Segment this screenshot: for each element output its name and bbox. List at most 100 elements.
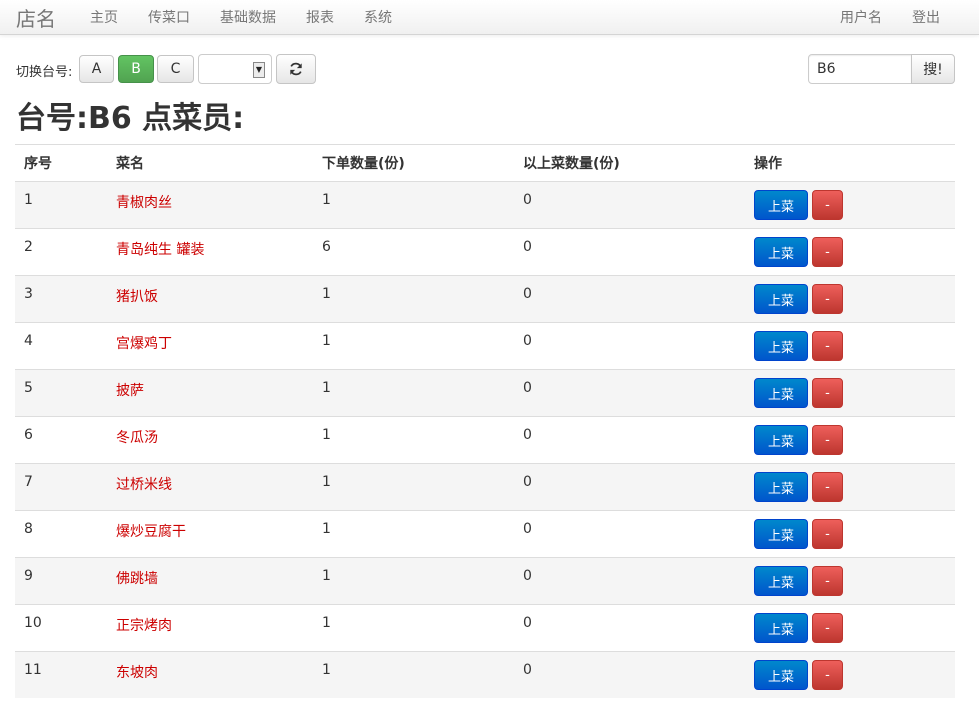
row-actions: 上菜 - (745, 322, 955, 370)
remove-button[interactable]: - (812, 613, 843, 643)
table-row: 1 青椒肉丝 1 0 上菜 - (15, 181, 955, 229)
refresh-button[interactable] (276, 54, 316, 84)
search-button[interactable]: 搜! (911, 54, 955, 84)
nav-item-home[interactable]: 主页 (90, 7, 118, 27)
row-actions-group: 上菜 - (754, 566, 955, 604)
ordered-quantity: 1 (313, 181, 514, 229)
table-a-button[interactable]: A (79, 55, 114, 83)
row-actions-group: 上菜 - (754, 190, 955, 228)
row-actions: 上菜 - (745, 181, 955, 229)
row-actions-group: 上菜 - (754, 284, 955, 322)
ordered-quantity: 1 (313, 416, 514, 464)
serve-button[interactable]: 上菜 (754, 613, 808, 643)
dish-name[interactable]: 正宗烤肉 (107, 604, 313, 652)
switch-table-label: 切换台号: (16, 65, 73, 80)
remove-button[interactable]: - (812, 519, 843, 549)
row-index: 10 (15, 604, 107, 652)
served-quantity: 0 (514, 557, 745, 605)
row-index: 7 (15, 463, 107, 511)
table-row: 11 东坡肉 1 0 上菜 - (15, 651, 955, 698)
remove-button[interactable]: - (812, 284, 843, 314)
row-actions: 上菜 - (745, 416, 955, 464)
dish-name[interactable]: 青岛纯生 罐装 (107, 228, 313, 276)
served-quantity: 0 (514, 322, 745, 370)
ordered-quantity: 1 (313, 510, 514, 558)
brand-logo[interactable]: 店名 (16, 3, 56, 32)
ordered-quantity: 1 (313, 463, 514, 511)
row-actions: 上菜 - (745, 604, 955, 652)
page-title: 台号:B6 点菜员: (16, 101, 245, 136)
row-index: 8 (15, 510, 107, 558)
row-index: 9 (15, 557, 107, 605)
dish-name[interactable]: 披萨 (107, 369, 313, 417)
row-index: 3 (15, 275, 107, 323)
row-actions: 上菜 - (745, 275, 955, 323)
table-select[interactable]: ▼ (198, 54, 272, 84)
serve-button[interactable]: 上菜 (754, 660, 808, 690)
table-row: 3 猪扒饭 1 0 上菜 - (15, 275, 955, 323)
remove-button[interactable]: - (812, 378, 843, 408)
remove-button[interactable]: - (812, 425, 843, 455)
served-quantity: 0 (514, 651, 745, 698)
row-actions: 上菜 - (745, 557, 955, 605)
dish-name[interactable]: 青椒肉丝 (107, 181, 313, 229)
serve-button[interactable]: 上菜 (754, 237, 808, 267)
nav-item-basic-data[interactable]: 基础数据 (220, 7, 276, 27)
remove-button[interactable]: - (812, 566, 843, 596)
table-header-row: 序号 菜名 下单数量(份) 以上菜数量(份) 操作 (15, 144, 955, 182)
row-index: 5 (15, 369, 107, 417)
ordered-quantity: 1 (313, 651, 514, 698)
search-input[interactable] (808, 54, 912, 84)
nav-user-name[interactable]: 用户名 (840, 7, 882, 27)
row-actions-group: 上菜 - (754, 237, 955, 275)
nav-item-serving[interactable]: 传菜口 (148, 7, 190, 27)
dish-name[interactable]: 过桥米线 (107, 463, 313, 511)
col-header-actions: 操作 (745, 144, 955, 182)
served-quantity: 0 (514, 510, 745, 558)
ordered-quantity: 1 (313, 369, 514, 417)
ordered-quantity: 1 (313, 322, 514, 370)
dish-name[interactable]: 东坡肉 (107, 651, 313, 698)
remove-button[interactable]: - (812, 190, 843, 220)
serve-button[interactable]: 上菜 (754, 331, 808, 361)
serve-button[interactable]: 上菜 (754, 425, 808, 455)
serve-button[interactable]: 上菜 (754, 472, 808, 502)
table-row: 7 过桥米线 1 0 上菜 - (15, 463, 955, 511)
row-actions-group: 上菜 - (754, 378, 955, 416)
table-row: 6 冬瓜汤 1 0 上菜 - (15, 416, 955, 464)
table-row: 8 爆炒豆腐干 1 0 上菜 - (15, 510, 955, 558)
col-header-ordered: 下单数量(份) (313, 144, 514, 182)
serve-button[interactable]: 上菜 (754, 566, 808, 596)
remove-button[interactable]: - (812, 660, 843, 690)
serve-button[interactable]: 上菜 (754, 378, 808, 408)
row-actions: 上菜 - (745, 228, 955, 276)
table-row: 2 青岛纯生 罐装 6 0 上菜 - (15, 228, 955, 276)
logout-link[interactable]: 登出 (912, 7, 940, 27)
served-quantity: 0 (514, 181, 745, 229)
serve-button[interactable]: 上菜 (754, 519, 808, 549)
dish-name[interactable]: 冬瓜汤 (107, 416, 313, 464)
dish-name[interactable]: 猪扒饭 (107, 275, 313, 323)
dropdown-arrow-icon: ▼ (253, 62, 265, 78)
col-header-index: 序号 (15, 144, 107, 182)
top-navbar: 店名 主页 传菜口 基础数据 报表 系统 用户名 登出 (0, 0, 979, 35)
table-c-button[interactable]: C (157, 55, 194, 83)
remove-button[interactable]: - (812, 472, 843, 502)
remove-button[interactable]: - (812, 237, 843, 267)
served-quantity: 0 (514, 369, 745, 417)
order-table: 序号 菜名 下单数量(份) 以上菜数量(份) 操作 1 青椒肉丝 1 0 上菜 -2 青岛纯… (15, 144, 955, 698)
serve-button[interactable]: 上菜 (754, 284, 808, 314)
served-quantity: 0 (514, 275, 745, 323)
table-b-button[interactable]: B (118, 55, 154, 83)
serve-button[interactable]: 上菜 (754, 190, 808, 220)
dish-name[interactable]: 佛跳墙 (107, 557, 313, 605)
nav-item-reports[interactable]: 报表 (306, 7, 334, 27)
row-index: 1 (15, 181, 107, 229)
nav-item-system[interactable]: 系统 (364, 7, 392, 27)
table-row: 9 佛跳墙 1 0 上菜 - (15, 557, 955, 605)
remove-button[interactable]: - (812, 331, 843, 361)
dish-name[interactable]: 宫爆鸡丁 (107, 322, 313, 370)
dish-name[interactable]: 爆炒豆腐干 (107, 510, 313, 558)
refresh-icon (290, 62, 302, 76)
ordered-quantity: 1 (313, 604, 514, 652)
